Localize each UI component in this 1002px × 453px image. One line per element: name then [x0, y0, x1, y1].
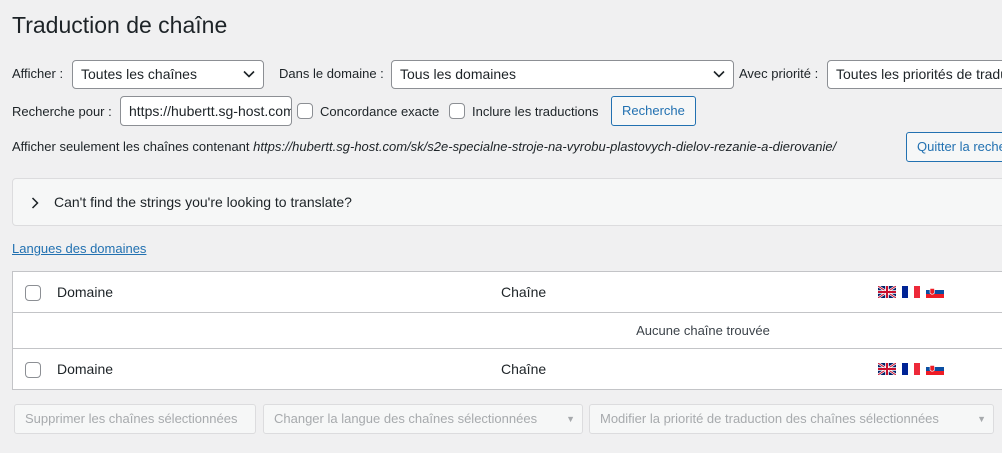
triangle-down-icon: ▼: [566, 414, 575, 424]
url-filter-url: https://hubertt.sg-host.com/sk/s2e-speci…: [253, 139, 837, 154]
table-footer: Domaine Chaîne: [13, 349, 1002, 390]
select-all-checkbox-bottom[interactable]: [25, 362, 41, 378]
sk-flag-icon: [926, 286, 944, 298]
search-input-value: https://hubertt.sg-host.com: [129, 103, 292, 119]
chevron-right-icon: [31, 197, 39, 209]
include-translations-label: Inclure les traductions: [472, 104, 599, 119]
column-string-bottom: Chaîne: [501, 361, 547, 377]
table-empty-row: Aucune chaîne trouvée: [13, 313, 1002, 349]
change-priority-label: Modifier la priorité de traduction des c…: [600, 411, 939, 426]
column-string: Chaîne: [501, 284, 547, 300]
priority-select-value: Toutes les priorités de traduction: [836, 66, 1002, 82]
select-all-checkbox[interactable]: [25, 285, 41, 301]
delete-selected-button[interactable]: Supprimer les chaînes sélectionnées: [14, 404, 256, 434]
priority-select[interactable]: Toutes les priorités de traduction: [827, 60, 1002, 89]
change-language-select[interactable]: Changer la langue des chaînes sélectionn…: [263, 404, 583, 434]
show-label: Afficher :: [12, 66, 64, 81]
empty-message: Aucune chaîne trouvée: [636, 323, 770, 338]
search-input[interactable]: https://hubertt.sg-host.com: [120, 96, 292, 126]
search-label: Recherche pour :: [12, 104, 112, 119]
domain-select-value: Tous les domaines: [400, 66, 516, 82]
show-select-value: Toutes les chaînes: [81, 66, 197, 82]
gb-flag-icon: [878, 286, 896, 298]
change-priority-select[interactable]: Modifier la priorité de traduction des c…: [589, 404, 994, 434]
url-filter-text: Afficher seulement les chaînes contenant…: [12, 139, 836, 154]
exact-match-checkbox[interactable]: [297, 103, 313, 119]
chevron-down-icon: [713, 70, 725, 78]
change-language-label: Changer la langue des chaînes sélectionn…: [274, 411, 538, 426]
table-header: Domaine Chaîne: [13, 272, 1002, 313]
notice-text: Can't find the strings you're looking to…: [54, 194, 352, 210]
quit-search-button[interactable]: Quitter la recherche: [906, 132, 1002, 162]
url-filter-prefix: Afficher seulement les chaînes contenant: [12, 139, 250, 154]
missing-strings-notice[interactable]: Can't find the strings you're looking to…: [12, 178, 1002, 226]
sk-flag-icon: [926, 363, 944, 375]
gb-flag-icon: [878, 363, 896, 375]
triangle-down-icon: ▼: [977, 414, 986, 424]
strings-table: Domaine Chaîne Aucune chaîne trouvée Dom…: [12, 271, 1002, 390]
column-domain: Domaine: [57, 284, 114, 300]
domain-select[interactable]: Tous les domaines: [391, 60, 734, 89]
domain-label: Dans le domaine :: [279, 66, 384, 81]
column-domain-bottom: Domaine: [57, 361, 114, 377]
show-select[interactable]: Toutes les chaînes: [72, 60, 264, 89]
fr-flag-icon: [902, 286, 920, 298]
search-button[interactable]: Recherche: [611, 96, 696, 126]
page-title: Traduction de chaîne: [12, 12, 228, 38]
exact-match-label: Concordance exacte: [320, 104, 440, 119]
fr-flag-icon: [902, 363, 920, 375]
domain-languages-link[interactable]: Langues des domaines: [12, 241, 146, 256]
chevron-down-icon: [243, 70, 255, 78]
include-translations-checkbox[interactable]: [449, 103, 465, 119]
priority-label: Avec priorité :: [739, 66, 819, 81]
